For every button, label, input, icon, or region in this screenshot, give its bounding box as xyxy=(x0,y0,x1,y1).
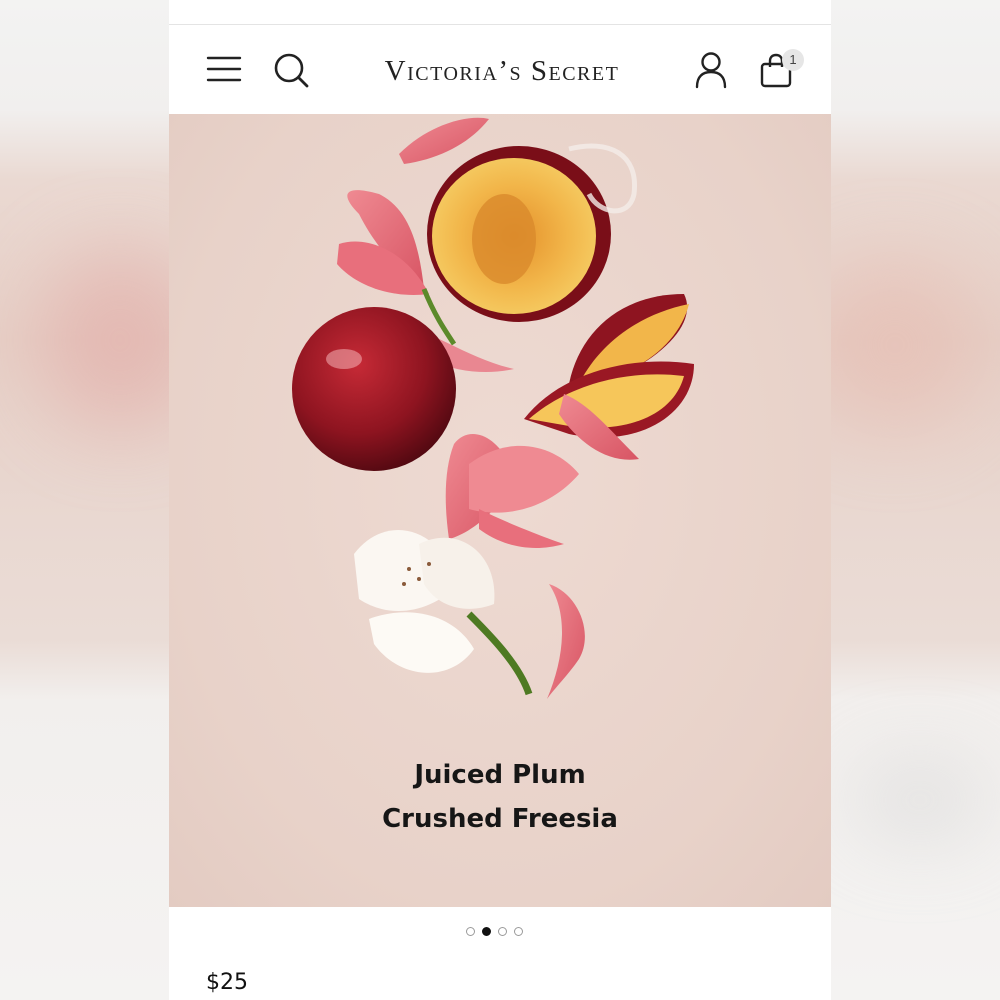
status-strip xyxy=(169,0,831,25)
product-hero-image[interactable]: Juiced Plum Crushed Freesia xyxy=(169,114,831,907)
carousel-dot[interactable] xyxy=(498,927,507,936)
freesia-flower-center xyxy=(445,434,579,549)
petal-small xyxy=(547,584,585,699)
account-icon[interactable] xyxy=(694,51,728,89)
header-nav: Victoria’s Secret 1 xyxy=(169,25,831,113)
product-price: $25 xyxy=(206,970,248,995)
carousel-dot[interactable] xyxy=(466,927,475,936)
bag-count-badge: 1 xyxy=(782,49,804,71)
backdrop-blur-right xyxy=(810,260,980,430)
carousel-dot-active[interactable] xyxy=(482,927,491,936)
whole-plum xyxy=(292,307,456,471)
hero-caption-line1: Juiced Plum xyxy=(414,760,586,790)
menu-icon[interactable] xyxy=(206,54,242,84)
carousel-indicators xyxy=(466,927,523,939)
carousel-dot[interactable] xyxy=(514,927,523,936)
hero-caption-line2: Crushed Freesia xyxy=(382,804,618,834)
backdrop-blur-shadow xyxy=(850,760,990,840)
plum-slices xyxy=(524,294,694,460)
plum-half xyxy=(427,146,611,322)
brand-logo[interactable]: Victoria’s Secret xyxy=(349,53,655,89)
freesia-flower-white xyxy=(354,530,533,696)
phone-page: Victoria’s Secret 1 Juiced Plum Crushed … xyxy=(169,0,831,1000)
search-icon[interactable] xyxy=(272,51,310,89)
